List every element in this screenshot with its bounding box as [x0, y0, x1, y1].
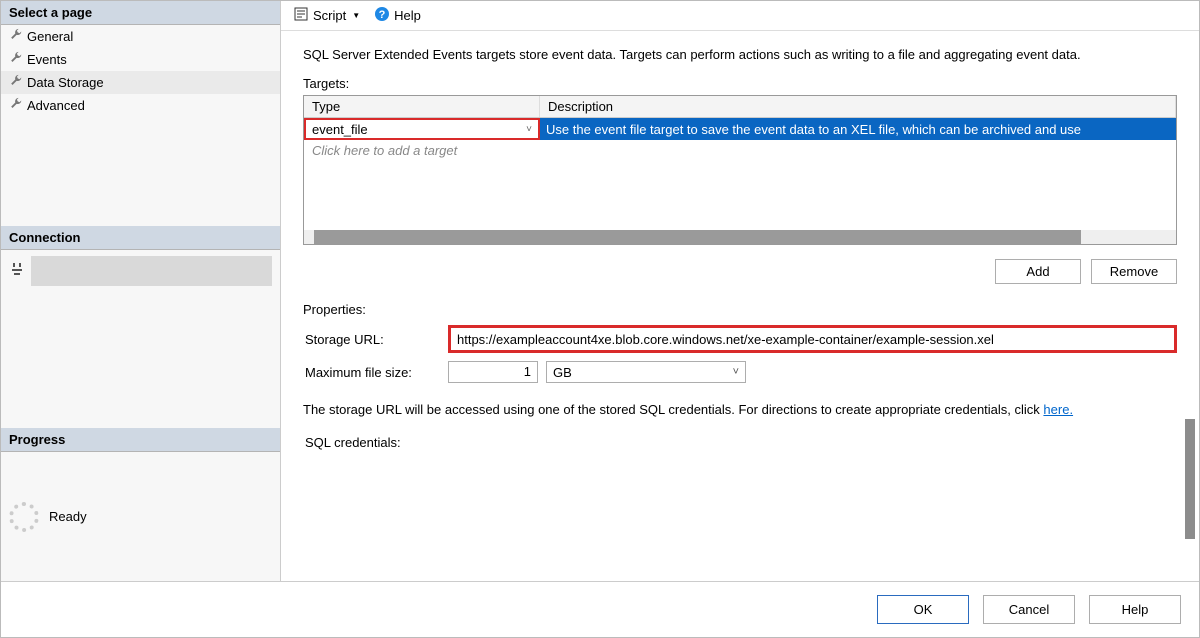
credentials-note: The storage URL will be accessed using o…	[303, 401, 1177, 419]
wrench-icon	[9, 28, 23, 45]
spinner-icon	[9, 502, 39, 532]
column-header-type[interactable]: Type	[304, 96, 540, 117]
unit-value: GB	[553, 365, 572, 380]
chevron-down-icon: ▼	[352, 11, 360, 20]
here-link[interactable]: here.	[1043, 402, 1073, 417]
max-file-size-label: Maximum file size:	[303, 365, 448, 380]
targets-table-header: Type Description	[304, 96, 1176, 118]
max-file-size-row: Maximum file size: 1 GB	[303, 361, 1177, 383]
chevron-down-icon: ˅	[526, 124, 532, 135]
remove-button[interactable]: Remove	[1091, 259, 1177, 284]
wrench-icon	[9, 97, 23, 114]
script-label: Script	[313, 8, 346, 23]
content-toolbar: Script ▼ ? Help	[281, 1, 1199, 31]
wrench-icon	[9, 74, 23, 91]
storage-url-value: https://exampleaccount4xe.blob.core.wind…	[457, 332, 994, 347]
scrollbar-thumb[interactable]	[314, 230, 1081, 244]
connection-panel	[1, 250, 280, 320]
add-button[interactable]: Add	[995, 259, 1081, 284]
storage-url-row: Storage URL: https://exampleaccount4xe.b…	[303, 325, 1177, 353]
page-list: General Events Data Storage Advanced	[1, 25, 280, 117]
sidebar-item-general[interactable]: General	[1, 25, 280, 48]
sql-credentials-row: SQL credentials:	[303, 435, 1177, 450]
targets-table: Type Description event_file ˅ Use the ev…	[303, 95, 1177, 245]
progress-panel: Ready	[1, 452, 280, 581]
add-target-placeholder[interactable]: Click here to add a target	[304, 140, 1176, 161]
connection-name-box[interactable]	[31, 256, 272, 286]
note-text: The storage URL will be accessed using o…	[303, 402, 1043, 417]
content-area: Script ▼ ? Help SQL Server Extended Even…	[281, 1, 1199, 581]
sql-credentials-label: SQL credentials:	[303, 435, 401, 450]
help-icon: ?	[374, 6, 390, 25]
main-area: Select a page General Events Data Storag…	[1, 1, 1199, 581]
page-description: SQL Server Extended Events targets store…	[303, 47, 1177, 62]
svg-text:?: ?	[379, 9, 386, 21]
horizontal-scrollbar[interactable]	[304, 230, 1176, 244]
sidebar: Select a page General Events Data Storag…	[1, 1, 281, 581]
help-label: Help	[394, 8, 421, 23]
dialog-footer: OK Cancel Help	[1, 581, 1199, 637]
progress-status: Ready	[49, 509, 87, 524]
sidebar-item-label: Data Storage	[27, 75, 104, 90]
script-button[interactable]: Script ▼	[289, 4, 364, 27]
column-header-description[interactable]: Description	[540, 96, 1176, 117]
connection-header: Connection	[1, 226, 280, 250]
storage-url-label: Storage URL:	[303, 332, 448, 347]
sidebar-item-label: Advanced	[27, 98, 85, 113]
storage-url-input[interactable]: https://exampleaccount4xe.blob.core.wind…	[448, 325, 1177, 353]
wrench-icon	[9, 51, 23, 68]
cancel-button[interactable]: Cancel	[983, 595, 1075, 624]
properties-grid: Storage URL: https://exampleaccount4xe.b…	[303, 325, 1177, 383]
targets-buttons: Add Remove	[303, 259, 1177, 284]
server-icon	[9, 261, 25, 280]
content-body: SQL Server Extended Events targets store…	[281, 31, 1199, 581]
max-file-size-input[interactable]: 1	[448, 361, 538, 383]
sidebar-item-events[interactable]: Events	[1, 48, 280, 71]
dialog-window: Select a page General Events Data Storag…	[0, 0, 1200, 638]
target-type-value: event_file	[312, 122, 368, 137]
target-description-cell: Use the event file target to save the ev…	[540, 118, 1176, 140]
table-row[interactable]: event_file ˅ Use the event file target t…	[304, 118, 1176, 140]
targets-label: Targets:	[303, 76, 1177, 91]
sidebar-item-advanced[interactable]: Advanced	[1, 94, 280, 117]
sidebar-item-label: General	[27, 29, 73, 44]
target-type-dropdown[interactable]: event_file ˅	[304, 118, 540, 140]
progress-header: Progress	[1, 428, 280, 452]
max-file-size-unit-select[interactable]: GB	[546, 361, 746, 383]
sidebar-item-label: Events	[27, 52, 67, 67]
ok-button[interactable]: OK	[877, 595, 969, 624]
help-button-footer[interactable]: Help	[1089, 595, 1181, 624]
help-button[interactable]: ? Help	[370, 4, 425, 27]
select-page-header: Select a page	[1, 1, 280, 25]
vertical-scrollbar[interactable]	[1185, 419, 1195, 539]
properties-label: Properties:	[303, 302, 1177, 317]
sidebar-item-data-storage[interactable]: Data Storage	[1, 71, 280, 94]
script-icon	[293, 6, 309, 25]
